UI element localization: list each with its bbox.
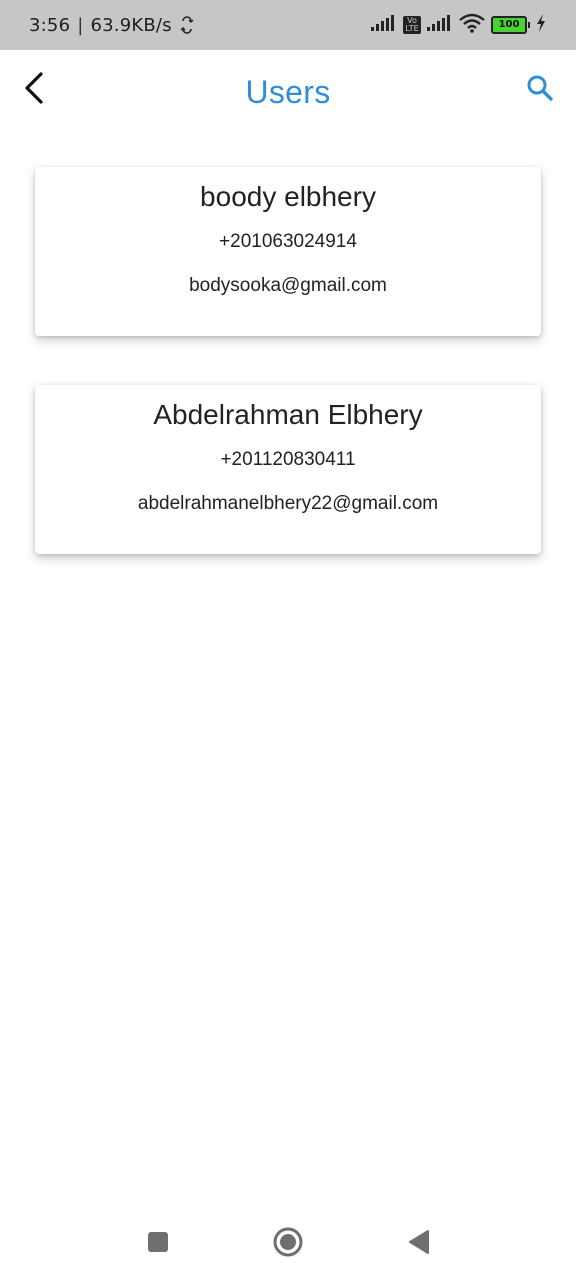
status-bar: 3:56 | 63.9KB/s Vo LTE 100	[0, 0, 576, 50]
status-right: Vo LTE 100	[371, 13, 546, 37]
signal-icon	[371, 14, 397, 36]
user-card[interactable]: boody elbhery +201063024914 bodysooka@gm…	[35, 167, 541, 336]
user-card[interactable]: Abdelrahman Elbhery +201120830411 abdelr…	[35, 385, 541, 554]
chevron-left-icon	[23, 72, 45, 108]
status-left: 3:56 | 63.9KB/s	[29, 15, 194, 36]
user-phone: +201120830411	[220, 449, 356, 470]
status-time: 3:56	[29, 14, 71, 36]
back-button[interactable]	[18, 72, 50, 108]
recents-button[interactable]	[140, 1226, 176, 1262]
battery-tip	[528, 22, 530, 28]
volte-icon: Vo LTE	[403, 16, 421, 34]
status-separator: |	[77, 14, 84, 36]
battery-level: 100	[491, 16, 527, 34]
battery-icon: 100	[491, 16, 530, 34]
signal-icon	[427, 14, 453, 36]
page-title: Users	[245, 73, 331, 110]
home-circle-icon	[272, 1226, 304, 1262]
sync-icon	[180, 16, 194, 34]
user-list: boody elbhery +201063024914 bodysooka@gm…	[35, 167, 541, 603]
charging-icon	[536, 14, 546, 36]
user-phone: +201063024914	[219, 231, 357, 252]
user-name: Abdelrahman Elbhery	[153, 399, 423, 430]
app-bar: Users	[0, 50, 576, 134]
search-icon	[526, 74, 554, 106]
recents-square-icon	[146, 1230, 170, 1258]
search-button[interactable]	[524, 74, 556, 106]
system-back-button[interactable]	[400, 1226, 436, 1262]
status-net-speed: 63.9KB/s	[90, 14, 172, 36]
user-name: boody elbhery	[200, 181, 376, 212]
home-button[interactable]	[270, 1226, 306, 1262]
user-email: abdelrahmanelbhery22@gmail.com	[137, 493, 439, 514]
wifi-icon	[459, 13, 485, 37]
system-nav-bar	[0, 1212, 576, 1276]
back-triangle-icon	[406, 1229, 430, 1259]
user-email: bodysooka@gmail.com	[189, 275, 387, 296]
